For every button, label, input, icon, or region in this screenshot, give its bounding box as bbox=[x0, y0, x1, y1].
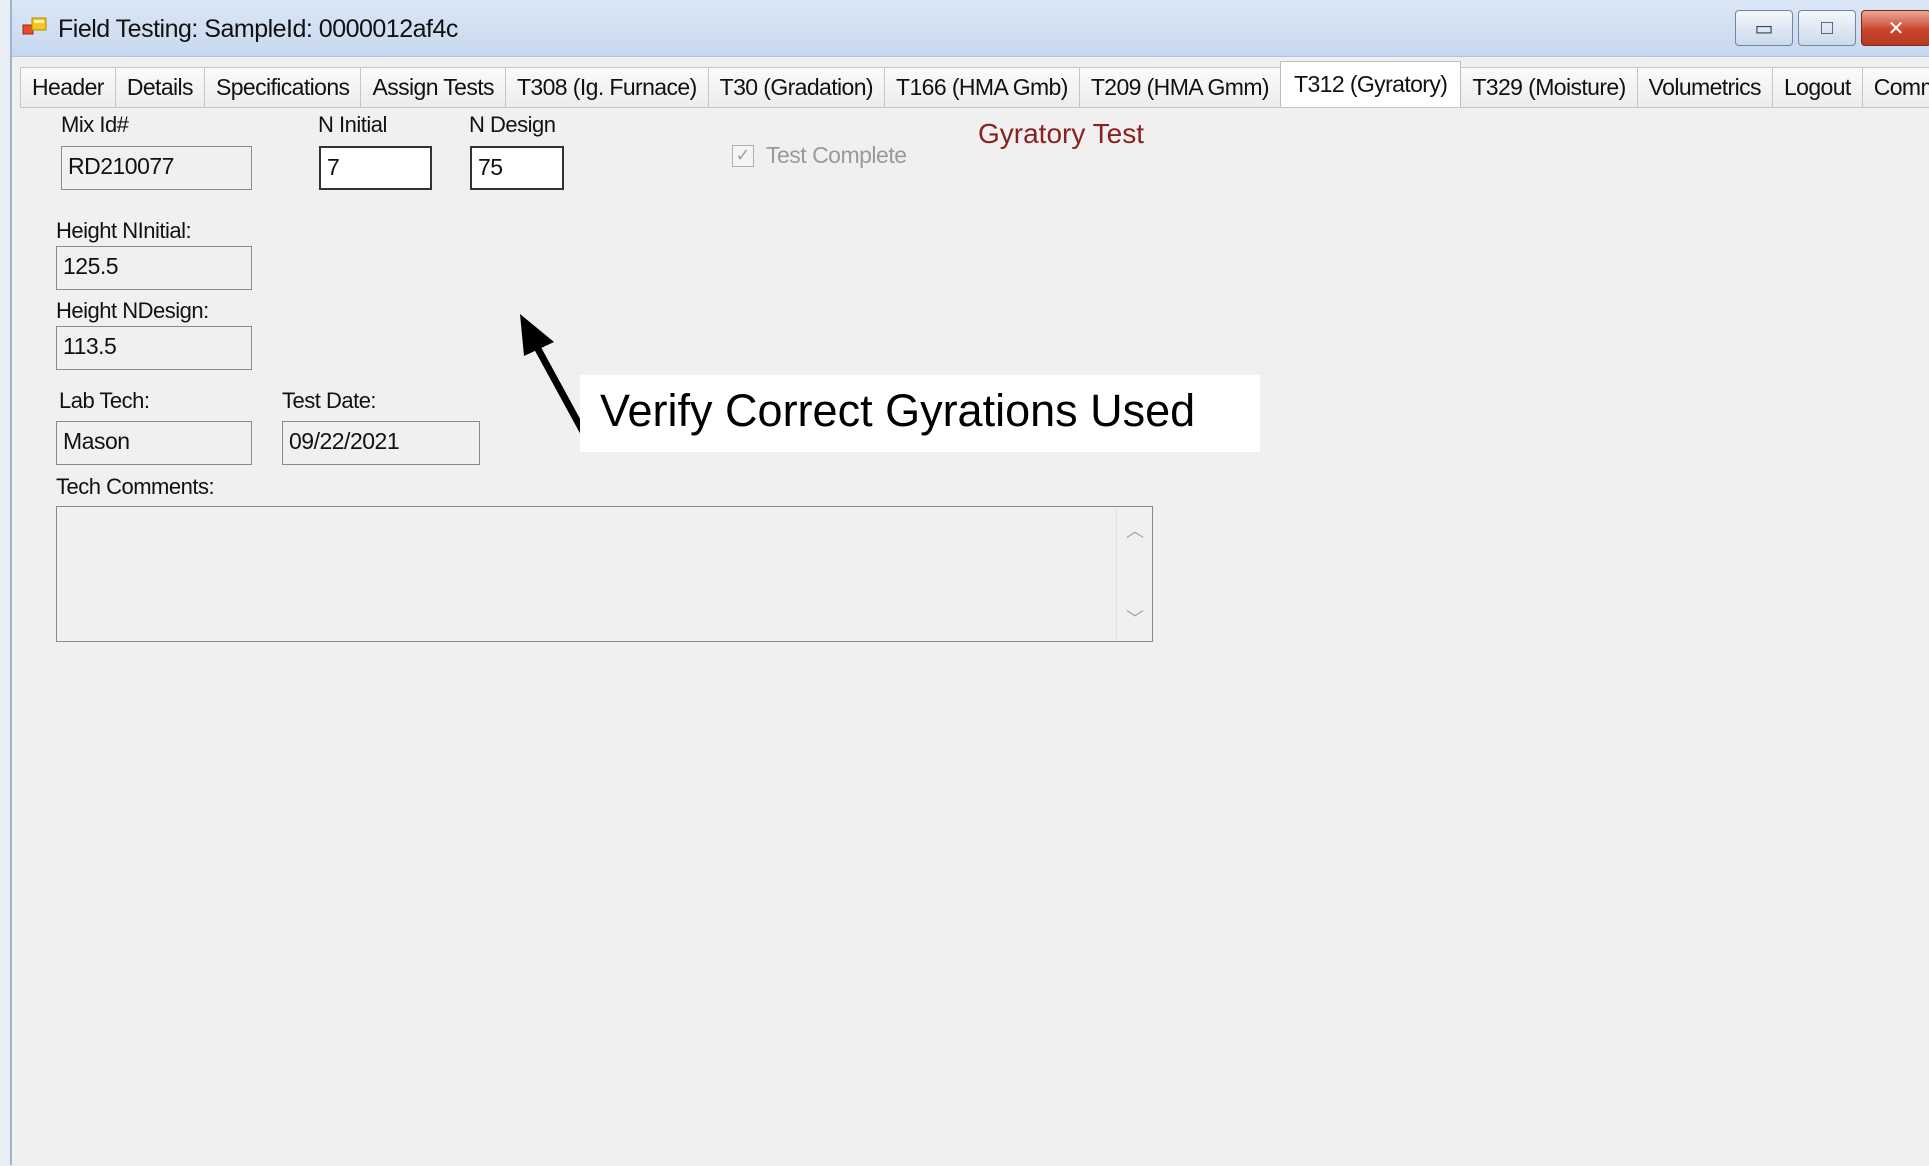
tab-volumetrics[interactable]: Volumetrics bbox=[1636, 67, 1773, 107]
vertical-scrollbar[interactable]: ︿ ﹀ bbox=[1116, 507, 1152, 641]
tab-t329-moisture[interactable]: T329 (Moisture) bbox=[1460, 67, 1638, 107]
app-icon bbox=[22, 17, 47, 35]
test-date-field: 09/22/2021 bbox=[282, 421, 480, 465]
tech-comments-label: Tech Comments: bbox=[56, 474, 215, 499]
n-initial-input[interactable]: 7 bbox=[319, 146, 432, 190]
test-complete-checkbox[interactable]: ✓ Test Complete bbox=[732, 142, 907, 169]
close-button[interactable]: ✕ bbox=[1861, 10, 1929, 46]
minimize-button[interactable]: ▭ bbox=[1735, 10, 1793, 46]
test-date-label: Test Date: bbox=[282, 388, 377, 413]
window-title: Field Testing: SampleId: 0000012af4c bbox=[58, 15, 458, 43]
title-bar[interactable]: Field Testing: SampleId: 0000012af4c ▭ □… bbox=[12, 0, 1929, 57]
checkmark-icon: ✓ bbox=[732, 144, 754, 167]
chevron-up-icon[interactable]: ︿ bbox=[1117, 515, 1153, 545]
tab-logout[interactable]: Logout bbox=[1771, 67, 1863, 107]
tab-strip: Header Details Specifications Assign Tes… bbox=[20, 61, 1929, 107]
tab-header[interactable]: Header bbox=[20, 67, 116, 107]
minimize-icon: ▭ bbox=[1754, 17, 1774, 40]
n-initial-label: N Initial bbox=[318, 112, 387, 137]
n-design-label: N Design bbox=[469, 112, 556, 137]
maximize-icon: □ bbox=[1820, 16, 1834, 39]
n-design-input[interactable]: 75 bbox=[470, 146, 564, 190]
tab-specifications[interactable]: Specifications bbox=[203, 67, 362, 107]
mix-id-field: RD210077 bbox=[61, 146, 252, 190]
tab-t30-gradation[interactable]: T30 (Gradation) bbox=[707, 67, 885, 107]
lab-tech-label: Lab Tech: bbox=[59, 388, 150, 413]
tab-t209-hma-gmm[interactable]: T209 (HMA Gmm) bbox=[1078, 67, 1281, 107]
height-ninitial-label: Height NInitial: bbox=[56, 218, 192, 243]
height-ndesign-field: 113.5 bbox=[56, 326, 252, 370]
gyratory-tab-panel: Mix Id# RD210077 N Initial 7 N Design 75… bbox=[20, 107, 1929, 1166]
app-window: Field Testing: SampleId: 0000012af4c ▭ □… bbox=[10, 0, 1929, 1166]
height-ninitial-field: 125.5 bbox=[56, 246, 252, 290]
test-complete-label: Test Complete bbox=[766, 142, 907, 168]
close-icon: ✕ bbox=[1887, 17, 1905, 40]
maximize-button[interactable]: □ bbox=[1798, 10, 1856, 46]
tab-comments[interactable]: Comments bbox=[1861, 67, 1929, 107]
section-title: Gyratory Test bbox=[978, 118, 1144, 149]
chevron-down-icon[interactable]: ﹀ bbox=[1117, 603, 1153, 633]
tab-details[interactable]: Details bbox=[114, 67, 205, 107]
tab-t166-hma-gmb[interactable]: T166 (HMA Gmb) bbox=[884, 67, 1080, 107]
tab-t308-ig-furnace[interactable]: T308 (Ig. Furnace) bbox=[504, 67, 709, 107]
mix-id-label: Mix Id# bbox=[61, 112, 129, 137]
annotation-callout: Verify Correct Gyrations Used bbox=[580, 375, 1260, 452]
tech-comments-textarea[interactable]: ︿ ﹀ bbox=[56, 506, 1153, 642]
tab-t312-gyratory[interactable]: T312 (Gyratory) bbox=[1280, 61, 1462, 107]
tab-assign-tests[interactable]: Assign Tests bbox=[360, 67, 506, 107]
lab-tech-field: Mason bbox=[56, 421, 252, 465]
height-ndesign-label: Height NDesign: bbox=[56, 298, 209, 323]
